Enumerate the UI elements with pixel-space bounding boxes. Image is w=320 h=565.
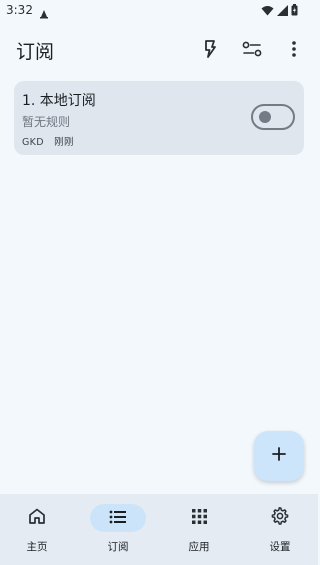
top-app-bar: 订阅 bbox=[0, 28, 318, 72]
nav-label-settings: 设置 bbox=[269, 541, 291, 553]
more-vert-icon[interactable] bbox=[283, 38, 305, 60]
notification-icon bbox=[39, 4, 49, 19]
subscription-title: 1. 本地订阅 bbox=[22, 93, 96, 109]
status-time: 3:32 bbox=[6, 3, 33, 17]
nav-item-apps[interactable]: 应用 bbox=[159, 504, 239, 556]
gear-icon bbox=[271, 507, 289, 529]
subscription-subtitle: 暂无规则 bbox=[22, 115, 71, 129]
filter-icon[interactable] bbox=[241, 38, 263, 60]
subscription-tags: GKD 刚刚 bbox=[22, 134, 81, 148]
apps-grid-icon bbox=[191, 508, 207, 528]
subscription-source-tag: GKD bbox=[22, 137, 44, 148]
plus-icon bbox=[271, 446, 287, 466]
nav-item-settings[interactable]: 设置 bbox=[240, 504, 320, 556]
list-icon bbox=[109, 509, 127, 528]
nav-item-subscriptions[interactable]: 订阅 bbox=[78, 504, 158, 556]
subscription-time-tag: 刚刚 bbox=[54, 137, 74, 148]
add-subscription-button[interactable] bbox=[254, 431, 304, 481]
bottom-navigation: 主页 订阅 应用 设置 bbox=[0, 494, 318, 565]
nav-label-home: 主页 bbox=[26, 541, 48, 553]
page-title: 订阅 bbox=[16, 41, 55, 63]
signal-icon bbox=[277, 4, 288, 16]
nav-item-home[interactable]: 主页 bbox=[0, 504, 77, 556]
subscription-card[interactable]: 1. 本地订阅 暂无规则 GKD 刚刚 bbox=[14, 81, 304, 155]
home-icon bbox=[28, 508, 46, 528]
toggle-thumb bbox=[259, 111, 271, 123]
status-bar: 3:32 bbox=[0, 0, 318, 24]
nav-label-subscriptions: 订阅 bbox=[107, 541, 129, 553]
subscription-toggle[interactable] bbox=[251, 104, 295, 130]
battery-icon bbox=[291, 4, 298, 16]
wifi-icon bbox=[261, 5, 274, 16]
nav-label-apps: 应用 bbox=[188, 541, 210, 553]
flash-off-icon[interactable] bbox=[199, 38, 221, 60]
